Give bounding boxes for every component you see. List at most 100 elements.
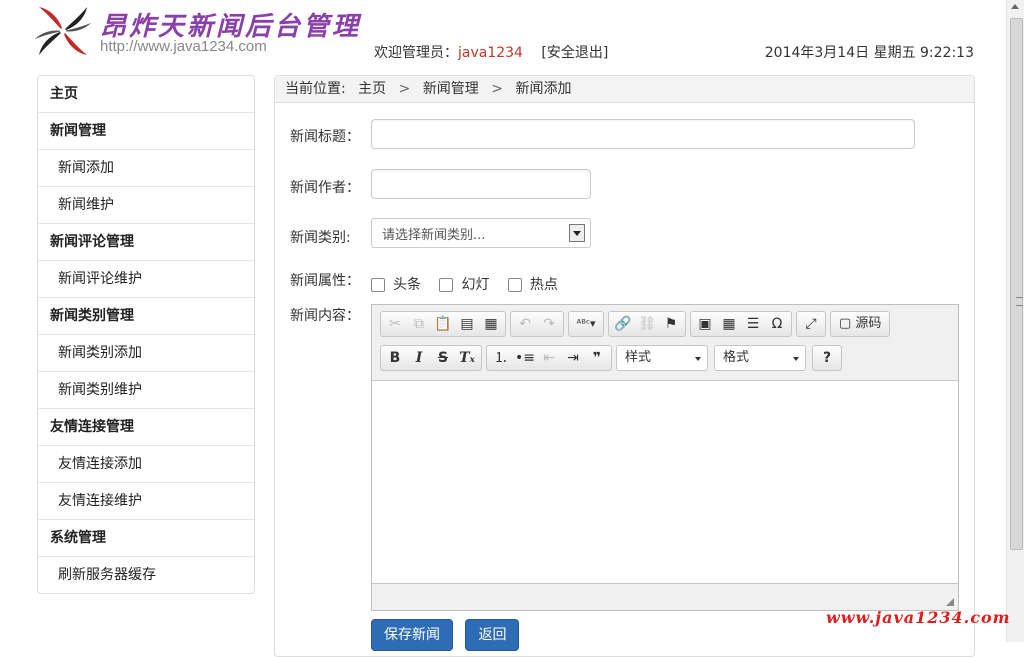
strikethrough-icon[interactable]: S	[431, 346, 455, 370]
image-icon[interactable]: ▣	[693, 312, 717, 336]
sidebar-item[interactable]: 友情连接管理	[38, 409, 254, 446]
site-watermark: www.java1234.com	[826, 608, 1011, 627]
author-label: 新闻作者：	[290, 180, 360, 196]
scrollbar-thumb[interactable]	[1010, 18, 1023, 550]
rich-text-editor: ✂ ⧉ 📋 ▤ ▦ ↶ ↷ ᴬᴮᶜ▾ 🔗 ⛓ ⚑ ▣ ▦ ☰ Ω ⤢ ▢ 源码 B I S Tₓ ⒈ •≡ ⇤…	[371, 304, 959, 611]
breadcrumb: 当前位置: 主页 > 新闻管理 > 新闻添加	[275, 76, 974, 103]
breadcrumb-prefix: 当前位置:	[285, 81, 346, 97]
editor-toolbar-row-2: B I S Tₓ ⒈ •≡ ⇤ ⇥ ❞ 样式 格式 ?	[380, 345, 846, 371]
attribute-headline-label: 头条	[393, 277, 421, 293]
sidebar-item[interactable]: 友情连接维护	[38, 483, 254, 520]
category-select[interactable]: 请选择新闻类别...	[371, 218, 591, 248]
numbered-list-icon[interactable]: ⒈	[489, 346, 513, 370]
redo-icon[interactable]: ↷	[537, 312, 561, 336]
style-combo-label: 样式	[625, 350, 652, 365]
attribute-headline[interactable]: 头条	[371, 274, 421, 294]
source-group: ▢ 源码	[830, 311, 891, 337]
insert-group: ▣ ▦ ☰ Ω	[690, 311, 792, 337]
sidebar-item[interactable]: 新闻维护	[38, 187, 254, 224]
editor-toolbar-row-1: ✂ ⧉ 📋 ▤ ▦ ↶ ↷ ᴬᴮᶜ▾ 🔗 ⛓ ⚑ ▣ ▦ ☰ Ω ⤢ ▢ 源码	[380, 311, 894, 337]
breadcrumb-separator: >	[398, 81, 411, 97]
scrollbar-grip-icon	[1016, 297, 1023, 306]
style-combo[interactable]: 样式	[616, 345, 708, 371]
copy-icon[interactable]: ⧉	[407, 312, 431, 336]
author-input[interactable]	[371, 169, 591, 199]
source-icon: ▢	[839, 316, 856, 331]
format-combo[interactable]: 格式	[714, 345, 806, 371]
welcome-bar: 欢迎管理员：java1234 [安全退出]	[374, 42, 608, 62]
paste-text-icon[interactable]: ▤	[455, 312, 479, 336]
title-input[interactable]	[371, 119, 915, 149]
sidebar-item[interactable]: 友情连接添加	[38, 446, 254, 483]
paste-word-icon[interactable]: ▦	[479, 312, 503, 336]
paste-icon[interactable]: 📋	[431, 312, 455, 336]
sidebar-item[interactable]: 新闻添加	[38, 150, 254, 187]
source-button[interactable]: ▢ 源码	[833, 312, 887, 336]
page-scrollbar[interactable]	[1006, 0, 1024, 642]
sidebar-item[interactable]: 新闻类别维护	[38, 372, 254, 409]
chevron-down-icon[interactable]	[569, 224, 585, 242]
unlink-icon[interactable]: ⛓	[635, 312, 659, 336]
scroll-up-icon[interactable]	[1011, 4, 1019, 9]
logo-url: http://www.java1234.com	[100, 38, 267, 55]
maximize-icon[interactable]: ⤢	[799, 312, 823, 336]
text-style-group: B I S Tₓ	[380, 345, 482, 371]
attribute-slideshow[interactable]: 幻灯	[439, 274, 489, 294]
undo-group: ↶ ↷	[510, 311, 564, 337]
remove-format-icon[interactable]: Tₓ	[455, 346, 479, 370]
breadcrumb-item-news-manage[interactable]: 新闻管理	[423, 81, 479, 97]
sidebar-item[interactable]: 新闻类别添加	[38, 335, 254, 372]
resize-handle-icon[interactable]	[946, 598, 954, 606]
datetime-display: 2014年3月14日 星期五 9:22:13	[764, 45, 974, 61]
category-label: 新闻类别:	[290, 230, 351, 246]
sidebar-item[interactable]: 主页	[38, 76, 254, 113]
main-panel: 当前位置: 主页 > 新闻管理 > 新闻添加 新闻标题： 新闻作者： 新闻类别:…	[274, 75, 975, 657]
site-logo: 昂炸天新闻后台管理 http://www.java1234.com	[32, 0, 372, 62]
bold-icon[interactable]: B	[383, 346, 407, 370]
undo-icon[interactable]: ↶	[513, 312, 537, 336]
spellcheck-group: ᴬᴮᶜ▾	[568, 311, 604, 337]
clipboard-group: ✂ ⧉ 📋 ▤ ▦	[380, 311, 506, 337]
indent-icon[interactable]: ⇥	[561, 346, 585, 370]
breadcrumb-item-home[interactable]: 主页	[358, 81, 386, 97]
sidebar-item[interactable]: 系统管理	[38, 520, 254, 557]
list-group: ⒈ •≡ ⇤ ⇥ ❞	[486, 345, 612, 371]
maximize-group: ⤢	[796, 311, 826, 337]
italic-icon[interactable]: I	[407, 346, 431, 370]
pinwheel-logo-icon	[35, 7, 91, 55]
help-button[interactable]: ?	[815, 346, 839, 370]
blockquote-icon[interactable]: ❞	[585, 346, 609, 370]
sidebar-item[interactable]: 刷新服务器缓存	[38, 557, 254, 593]
table-icon[interactable]: ▦	[717, 312, 741, 336]
attribute-hot[interactable]: 热点	[507, 274, 558, 294]
sidebar-item[interactable]: 新闻管理	[38, 113, 254, 150]
horizontal-rule-icon[interactable]: ☰	[741, 312, 765, 336]
sidebar-item[interactable]: 新闻评论维护	[38, 261, 254, 298]
save-news-button[interactable]: 保存新闻	[371, 619, 453, 651]
sidebar-item[interactable]: 新闻类别管理	[38, 298, 254, 335]
spellcheck-icon[interactable]: ᴬᴮᶜ▾	[571, 312, 601, 336]
admin-username: java1234	[458, 45, 523, 61]
attributes-label: 新闻属性：	[290, 273, 360, 289]
checkbox-hot[interactable]	[507, 278, 522, 292]
checkbox-slideshow[interactable]	[439, 278, 454, 292]
checkbox-headline[interactable]	[371, 278, 385, 292]
sidebar-nav: 主页 新闻管理 新闻添加 新闻维护 新闻评论管理 新闻评论维护 新闻类别管理 新闻类别添加 新闻…	[37, 75, 255, 594]
link-icon[interactable]: 🔗	[611, 312, 635, 336]
logout-link[interactable]: [安全退出]	[541, 45, 608, 61]
title-label: 新闻标题：	[290, 129, 360, 145]
attributes-group: 头条 幻灯 热点	[371, 274, 572, 294]
back-button[interactable]: 返回	[465, 619, 520, 651]
cut-icon[interactable]: ✂	[383, 312, 407, 336]
attribute-hot-label: 热点	[529, 277, 558, 293]
bulleted-list-icon[interactable]: •≡	[513, 346, 537, 370]
anchor-flag-icon[interactable]: ⚑	[659, 312, 683, 336]
editor-content-area[interactable]	[372, 380, 958, 584]
breadcrumb-item-news-add: 新闻添加	[515, 81, 572, 97]
outdent-icon[interactable]: ⇤	[537, 346, 561, 370]
special-char-icon[interactable]: Ω	[765, 312, 789, 336]
source-label: 源码	[855, 316, 882, 331]
welcome-label: 欢迎管理员：	[374, 45, 458, 61]
attribute-slideshow-label: 幻灯	[461, 277, 490, 293]
sidebar-item[interactable]: 新闻评论管理	[38, 224, 254, 261]
